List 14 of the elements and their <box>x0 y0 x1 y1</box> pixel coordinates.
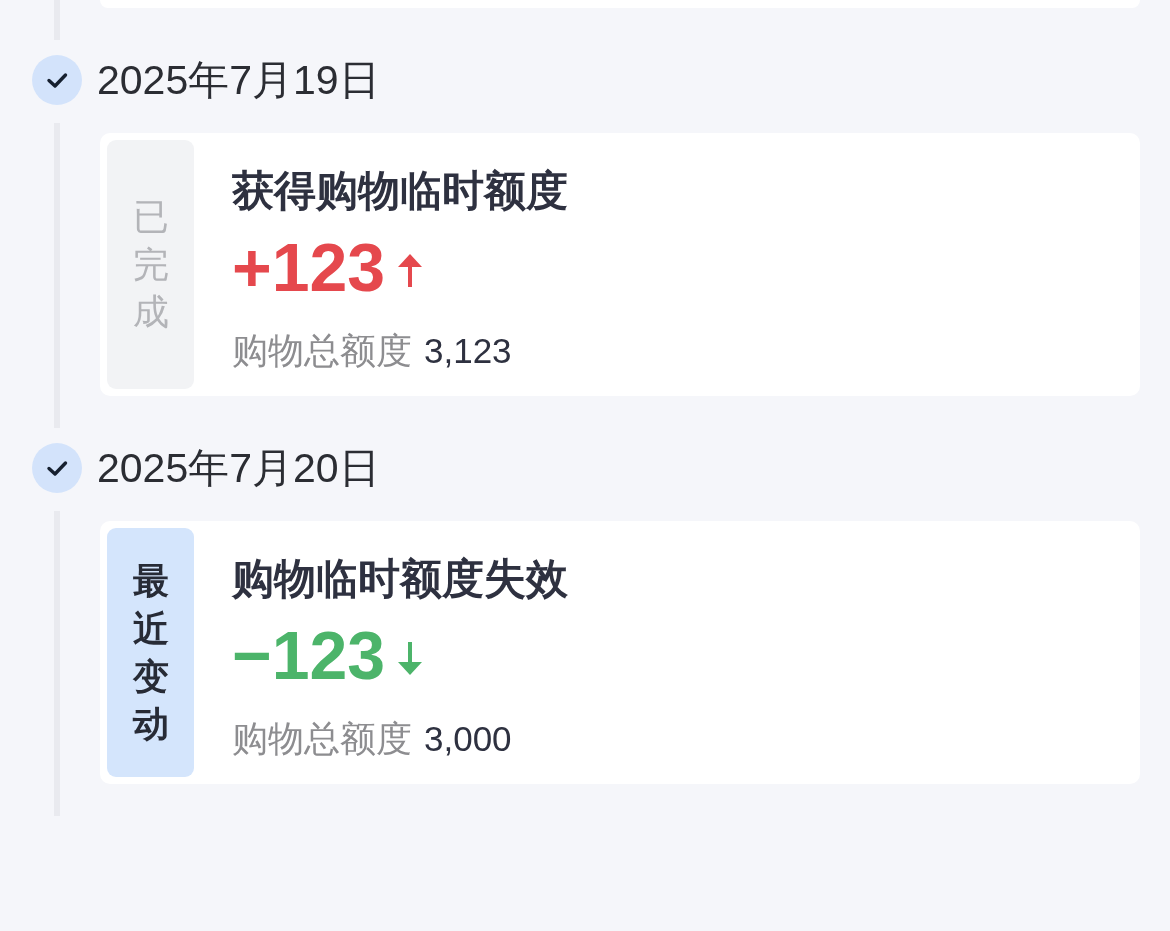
amount-text: +123 <box>232 229 386 305</box>
entry-title: 获得购物临时额度 <box>232 166 568 216</box>
amount-text: −123 <box>232 617 386 693</box>
total-label: 购物总额度 <box>232 329 412 373</box>
arrow-up-icon <box>397 254 424 287</box>
status-tag: 已完成 <box>107 140 194 389</box>
total-value: 3,123 <box>424 330 512 372</box>
status-tag: 最近变动 <box>107 528 194 777</box>
arrow-down-icon <box>397 642 424 675</box>
total-label: 购物总额度 <box>232 717 412 761</box>
total-value: 3,000 <box>424 718 512 760</box>
date-text: 2025年7月20日 <box>97 444 380 493</box>
entry-title: 购物临时额度失效 <box>232 554 568 604</box>
date-text: 2025年7月19日 <box>97 56 380 105</box>
